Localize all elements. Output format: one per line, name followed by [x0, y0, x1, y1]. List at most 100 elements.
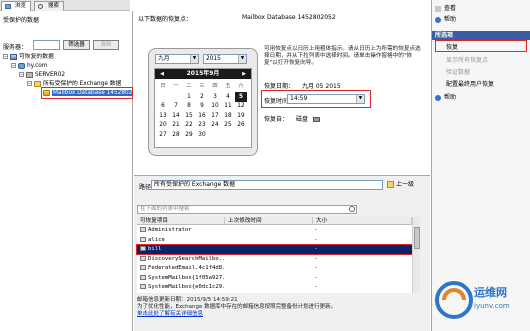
calendar-day[interactable]: 13 — [157, 111, 169, 121]
calendar-day[interactable]: 19 — [235, 111, 247, 121]
calendar-day[interactable]: 3 — [209, 92, 221, 102]
selected-items-header: 所选项 — [432, 31, 530, 40]
tab-browse[interactable]: 浏览 — [1, 1, 32, 11]
collapse-icon[interactable]: − — [3, 54, 8, 59]
action-verify-data[interactable]: 验证数据 — [446, 68, 470, 77]
up-one-level-button[interactable]: 上一级 — [387, 180, 427, 190]
calendar-day[interactable]: 7 — [170, 101, 182, 111]
mailbox-label: alice — [148, 236, 165, 243]
calendar-day[interactable]: 21 — [170, 120, 182, 130]
action-show-all-points[interactable]: 显示所有恢复点 — [446, 56, 488, 65]
year-select[interactable]: 2015 ▼ — [203, 54, 247, 64]
tree-item-domain[interactable]: − hy.com — [11, 62, 48, 70]
watermark-sub: iyunv.com — [474, 302, 510, 310]
highlight-box — [41, 87, 133, 99]
help-icon — [435, 94, 441, 101]
calendar-day[interactable]: 11 — [222, 101, 234, 111]
table-row[interactable]: DiscoverySearchMailbo... - — [137, 255, 412, 264]
table-row[interactable]: SystemMailbox{e0dc1c29... - — [137, 283, 412, 292]
column-header-modified[interactable]: 上次修改时间 — [225, 217, 313, 225]
calendar-day[interactable]: 18 — [222, 111, 234, 121]
month-select[interactable]: 九月 ▼ — [155, 54, 199, 64]
folder-icon — [34, 80, 41, 87]
help-link-2[interactable]: 帮助 — [435, 93, 456, 102]
calendar-day[interactable]: 24 — [209, 120, 221, 130]
mailbox-label: Administrator — [148, 227, 192, 233]
clear-button[interactable]: 清除 — [93, 40, 119, 50]
calendar-day[interactable]: 9 — [196, 101, 208, 111]
weekday-header: 一 — [173, 83, 179, 89]
more-info-link[interactable]: 单击此处了解有关详细信息 — [137, 311, 203, 317]
calendar-day[interactable]: 16 — [196, 111, 208, 121]
mailbox-label: SystemMailbox{e0dc1c29... — [148, 284, 224, 290]
browse-icon — [5, 4, 11, 9]
list-header: 可恢复项目 上次修改时间 大小 — [137, 217, 412, 225]
calendar-day[interactable]: 17 — [209, 111, 221, 121]
calendar-day[interactable]: 2 — [196, 92, 208, 102]
filter-button[interactable]: 筛选器 — [63, 40, 90, 50]
watermark: 运维网 iyunv.com — [432, 270, 530, 331]
location-row: 恢复自： 磁盘 — [264, 114, 320, 123]
tree-item-recoverable-data[interactable]: − 可恢复的数据 — [3, 53, 54, 61]
mailbox-icon — [140, 236, 146, 242]
column-header-size[interactable]: 大小 — [313, 217, 412, 225]
tree-item-server[interactable]: − SERVER02 — [19, 71, 65, 79]
table-row[interactable]: SystemMailbox{1f05a927... - — [137, 274, 412, 283]
list-scrollbar[interactable] — [412, 217, 420, 293]
mailbox-size: - — [314, 227, 318, 233]
collapse-icon[interactable]: − — [27, 81, 32, 86]
calendar-day[interactable]: 23 — [196, 120, 208, 130]
help-icon — [435, 16, 441, 23]
recoverable-items-pane: 路径： 所有受保护的 Exchange 数据 上一级 在下面的列表中搜索 可恢复… — [134, 175, 430, 331]
calendar-day[interactable]: 1 — [183, 92, 195, 102]
recovery-date-value: 九月 05 2015 — [301, 83, 341, 90]
mailbox-icon — [140, 255, 146, 261]
highlight-box — [261, 90, 371, 108]
table-row[interactable]: Administrator - — [137, 226, 412, 235]
location-value: 磁盘 — [295, 116, 308, 123]
weekday-header: 四 — [212, 83, 218, 89]
help-link[interactable]: 帮助 — [435, 15, 456, 24]
mailbox-size: - — [314, 255, 318, 262]
header-label: 以下数据的恢复点： — [138, 16, 193, 23]
mailbox-name: DiscoverySearchMailbo... — [140, 255, 224, 264]
recovery-date-row: 恢复日期： 九月 05 2015 — [264, 81, 341, 90]
calendar-day[interactable]: 30 — [196, 130, 208, 140]
location-label: 恢复自： — [264, 116, 289, 123]
protected-data-panel: 受保护的数据 服务器： 筛选器 清除 − 可恢复的数据 − hy.com − SERV… — [0, 11, 134, 331]
search-icon[interactable] — [349, 206, 355, 212]
calendar-day[interactable]: 28 — [170, 130, 182, 140]
calendar-day[interactable]: 22 — [183, 120, 195, 130]
tab-search[interactable]: 搜索 — [34, 1, 65, 11]
path-field[interactable]: 所有受保护的 Exchange 数据 — [151, 180, 383, 190]
collapse-icon[interactable]: − — [19, 72, 24, 77]
calendar-day[interactable]: 15 — [183, 111, 195, 121]
collapse-icon[interactable]: − — [11, 63, 16, 68]
mailbox-icon — [140, 265, 146, 270]
calendar-day[interactable]: 8 — [183, 101, 195, 111]
calendar-day[interactable]: 14 — [170, 111, 182, 121]
calendar-day[interactable]: 29 — [183, 130, 195, 140]
list-search-input[interactable]: 在下面的列表中搜索 — [137, 205, 357, 214]
calendar-day[interactable]: 5 — [235, 91, 247, 102]
view-menu[interactable]: 查看 — [435, 4, 456, 13]
calendar-day[interactable]: 26 — [235, 120, 247, 130]
calendar-day[interactable]: 12 — [235, 101, 247, 111]
highlight-box — [136, 244, 413, 255]
prev-month-icon[interactable]: ◀ — [159, 71, 165, 77]
calendar-day[interactable]: 4 — [222, 92, 234, 102]
action-configure-end-user-recovery[interactable]: 配置最终用户恢复 — [446, 80, 494, 89]
status-updated: 邮箱信息更新日期：2015/9/5 14:59:21 — [137, 297, 238, 303]
server-input[interactable] — [33, 40, 60, 50]
calendar-day[interactable]: 20 — [157, 120, 169, 130]
calendar-day[interactable]: 6 — [157, 101, 169, 111]
calendar-day[interactable]: 27 — [157, 130, 169, 140]
scrollbar-thumb[interactable] — [414, 227, 420, 249]
folder-up-icon — [387, 181, 394, 188]
watermark-text: 运维网 — [474, 286, 507, 299]
next-month-icon[interactable]: ▶ — [241, 71, 247, 77]
calendar-day[interactable]: 25 — [222, 120, 234, 130]
table-row[interactable]: FederatedEmail.4c1f4d8... - — [137, 264, 412, 273]
calendar-day[interactable]: 10 — [209, 101, 221, 111]
column-header-item[interactable]: 可恢复项目 — [137, 217, 225, 225]
